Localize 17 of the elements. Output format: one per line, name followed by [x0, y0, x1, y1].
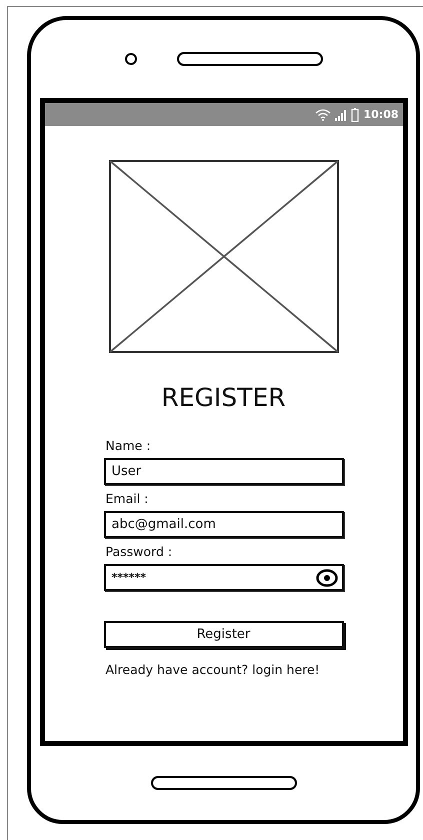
- camera-icon: [124, 53, 136, 65]
- input-field[interactable]: User: [104, 458, 344, 485]
- field-label: Email :: [106, 491, 150, 506]
- home-button[interactable]: [150, 776, 296, 790]
- register-button[interactable]: Register: [104, 621, 344, 648]
- eye-icon[interactable]: [316, 568, 338, 586]
- password-field[interactable]: ******: [104, 564, 344, 591]
- input-field[interactable]: abc@gmail.com: [104, 511, 344, 538]
- field-label: Password :: [106, 544, 174, 559]
- battery-icon: [351, 108, 360, 122]
- page-title: REGISTER: [161, 383, 286, 412]
- wifi-icon: [315, 108, 332, 120]
- login-link[interactable]: Already have account? login here!: [106, 662, 344, 677]
- speaker-icon: [176, 52, 322, 66]
- status-time: 10:08: [363, 108, 398, 121]
- field-label: Name :: [106, 438, 152, 453]
- signal-icon: [335, 108, 348, 120]
